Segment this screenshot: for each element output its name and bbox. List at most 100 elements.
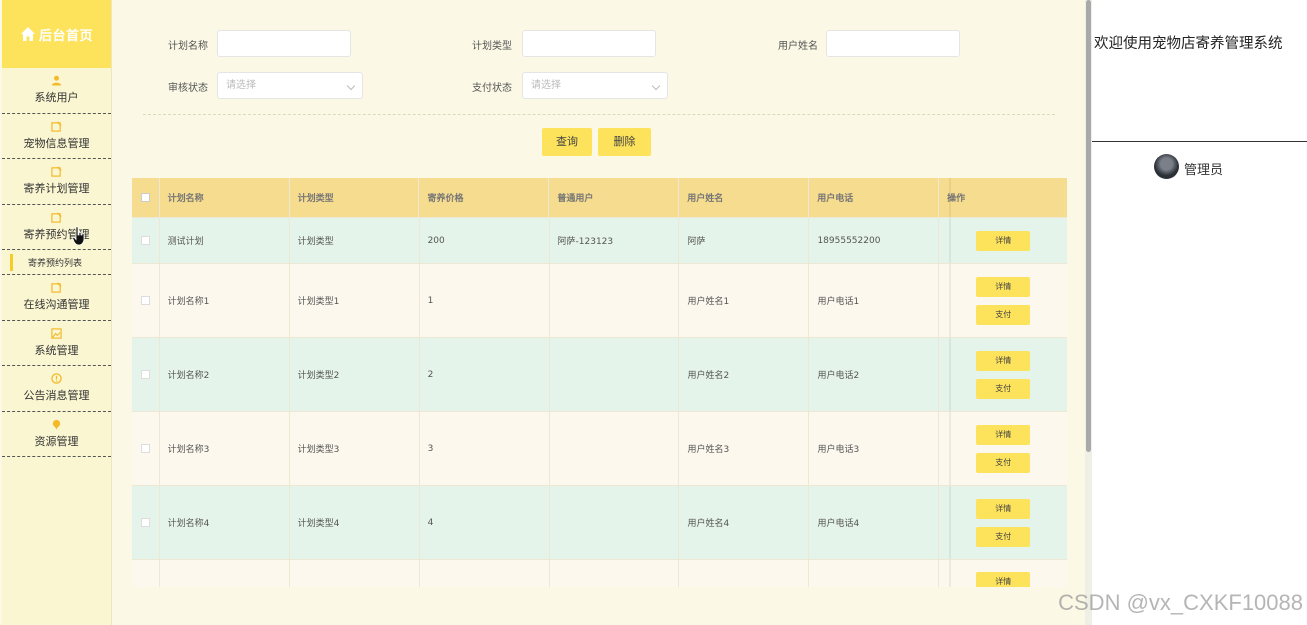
- detail-button[interactable]: 详情: [976, 424, 1031, 445]
- sidebar-item-boarding-booking[interactable]: 寄养预约管理: [2, 205, 111, 250]
- plan-type-input[interactable]: [522, 30, 656, 57]
- avatar[interactable]: [1154, 154, 1179, 179]
- table-row: 详情: [132, 560, 1067, 587]
- sidebar-item-label: 系统用户: [34, 91, 79, 105]
- sidebar-item-label: 宠物信息管理: [23, 136, 90, 150]
- audit-status-select[interactable]: 请选择: [217, 72, 363, 99]
- sidebar-item-system-users[interactable]: 系统用户: [2, 68, 111, 114]
- sidebar-item-label: 系统管理: [34, 343, 79, 357]
- row-checkbox[interactable]: [140, 296, 150, 305]
- cell-plan-type: 计划类型: [290, 218, 420, 263]
- cell-normal-user: [550, 560, 680, 587]
- cell-plan-name: 测试计划: [160, 218, 290, 263]
- booking-table: 计划名称 计划类型 寄养价格 普通用户 用户姓名 用户电话 操作 测试计划 计划…: [132, 178, 1067, 587]
- edit-icon: [51, 282, 62, 293]
- pin-icon: [52, 419, 61, 430]
- sidebar-item-pet-info[interactable]: 宠物信息管理: [2, 114, 111, 159]
- detail-button[interactable]: 详情: [976, 350, 1031, 371]
- sidebar-item-resource[interactable]: 资源管理: [2, 412, 111, 457]
- edit-icon: [51, 212, 62, 223]
- cell-user-name: [679, 560, 810, 587]
- cell-user-name: 用户姓名1: [679, 264, 810, 337]
- chevron-down-icon: [651, 81, 661, 91]
- sidebar-item-online-chat[interactable]: 在线沟通管理: [2, 275, 111, 321]
- row-check-cell: [132, 338, 160, 411]
- table-header-row: 计划名称 计划类型 寄养价格 普通用户 用户姓名 用户电话 操作: [132, 178, 1067, 218]
- audit-status-placeholder: 请选择: [226, 80, 256, 91]
- cell-user-phone: [809, 560, 940, 587]
- row-check-cell: [132, 560, 160, 587]
- sidebar-subitem-booking-list[interactable]: 寄养预约列表: [2, 250, 111, 275]
- query-button[interactable]: 查询: [542, 128, 592, 156]
- row-checkbox[interactable]: [140, 236, 150, 245]
- row-check-cell: [132, 264, 160, 337]
- row-check-cell: [132, 412, 160, 485]
- cell-plan-type: [290, 560, 420, 587]
- pay-button[interactable]: 支付: [976, 378, 1031, 399]
- sidebar-item-system-manage[interactable]: 系统管理: [2, 321, 111, 366]
- sidebar-item-label: 在线沟通管理: [23, 298, 90, 312]
- main-scrollbar[interactable]: [1085, 0, 1092, 625]
- user-name-input[interactable]: [826, 30, 960, 57]
- cell-user-phone: 用户电话2: [809, 338, 940, 411]
- detail-button[interactable]: 详情: [976, 498, 1031, 519]
- fixed-column-shadow: [949, 264, 951, 337]
- cell-plan-name: 计划名称4: [160, 486, 290, 559]
- chevron-down-icon: [346, 81, 356, 91]
- detail-button[interactable]: 详情: [976, 572, 1031, 587]
- sidebar-item-boarding-plan[interactable]: 寄养计划管理: [2, 159, 111, 205]
- sidebar-home-link[interactable]: 后台首页: [2, 0, 111, 68]
- watermark: CSDN @vx_CXKF10088: [1058, 590, 1303, 615]
- scrollbar-thumb[interactable]: [1086, 0, 1091, 452]
- cell-user-phone: 用户电话3: [809, 412, 940, 485]
- cell-normal-user: 阿萨-123123: [550, 218, 680, 263]
- cell-normal-user: [550, 486, 680, 559]
- detail-button[interactable]: 详情: [976, 230, 1031, 251]
- header-normal-user: 普通用户: [549, 178, 680, 217]
- header-plan-type: 计划类型: [290, 178, 420, 217]
- cell-price: 1: [420, 264, 550, 337]
- row-checkbox[interactable]: [140, 444, 150, 453]
- cell-actions: 详情 支付: [939, 486, 1067, 559]
- select-all-checkbox[interactable]: [140, 193, 150, 202]
- header-user-phone: 用户电话: [809, 178, 940, 217]
- plan-type-label: 计划类型: [472, 41, 512, 52]
- plan-name-label: 计划名称: [168, 41, 208, 52]
- pay-button[interactable]: 支付: [976, 304, 1031, 325]
- fixed-column-shadow: [949, 338, 951, 411]
- row-checkbox[interactable]: [140, 370, 150, 379]
- pay-status-select[interactable]: 请选择: [522, 72, 668, 99]
- cell-actions: 详情 支付: [939, 338, 1067, 411]
- sidebar-item-label: 资源管理: [34, 434, 79, 448]
- fixed-column-shadow: [949, 218, 951, 263]
- row-checkbox[interactable]: [140, 518, 150, 527]
- sidebar-item-label: 寄养计划管理: [23, 182, 90, 196]
- cell-user-name: 用户姓名4: [679, 486, 810, 559]
- pay-button[interactable]: 支付: [976, 526, 1031, 547]
- edit-icon: [51, 166, 62, 177]
- cell-actions: 详情 支付: [939, 264, 1067, 337]
- filter-divider: [143, 114, 1055, 115]
- cell-actions: 详情: [939, 560, 1067, 587]
- cell-normal-user: [550, 338, 680, 411]
- right-panel: 欢迎使用宠物店寄养管理系统 管理员: [1092, 0, 1307, 625]
- table-row: 计划名称1 计划类型1 1 用户姓名1 用户电话1 详情 支付: [132, 264, 1067, 338]
- pay-button[interactable]: 支付: [976, 452, 1031, 473]
- cell-user-name: 用户姓名3: [679, 412, 810, 485]
- delete-button[interactable]: 删除: [598, 128, 651, 156]
- table-row: 计划名称3 计划类型3 3 用户姓名3 用户电话3 详情 支付: [132, 412, 1067, 486]
- cell-plan-type: 计划类型2: [290, 338, 420, 411]
- sidebar-home-label: 后台首页: [38, 28, 93, 44]
- cell-normal-user: [550, 264, 680, 337]
- fixed-column-shadow: [949, 412, 951, 485]
- table-row: 测试计划 计划类型 200 阿萨-123123 阿萨 18955552200 详…: [132, 218, 1067, 264]
- cell-plan-type: 计划类型3: [290, 412, 420, 485]
- detail-button[interactable]: 详情: [976, 276, 1031, 297]
- table-row: 计划名称4 计划类型4 4 用户姓名4 用户电话4 详情 支付: [132, 486, 1067, 560]
- row-check-cell: [132, 218, 160, 263]
- cell-plan-name: [160, 560, 290, 587]
- current-username[interactable]: 管理员: [1184, 159, 1223, 178]
- sidebar: 后台首页 系统用户 宠物信息管理 寄养计划管理 寄养预约管理 寄养预约列表 在线…: [2, 0, 112, 625]
- plan-name-input[interactable]: [217, 30, 351, 57]
- sidebar-item-notice[interactable]: 公告消息管理: [2, 366, 111, 412]
